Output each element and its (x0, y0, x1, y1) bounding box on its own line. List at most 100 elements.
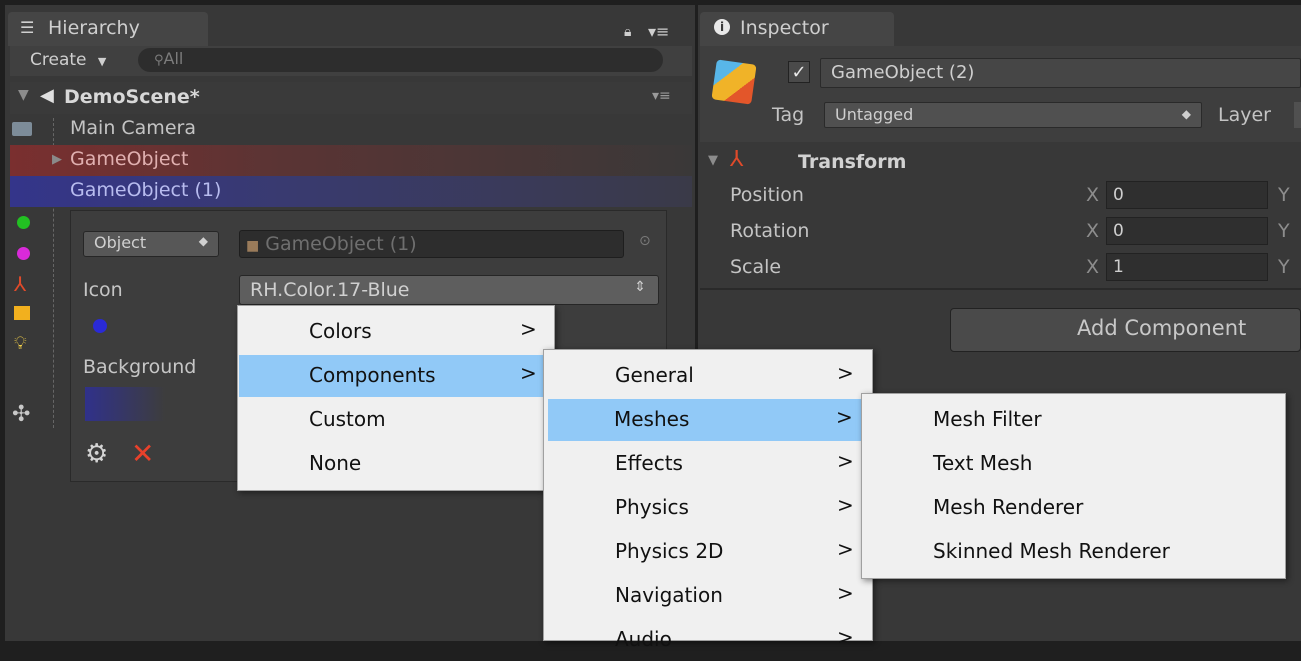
hierarchy-toolbar: Create ▼ ⚲All (10, 46, 692, 76)
object-field-value: GameObject (1) (265, 233, 417, 255)
search-placeholder: All (163, 49, 184, 68)
lock-icon[interactable]: 🔒︎ (624, 24, 631, 40)
menu-item-label: Mesh Filter (933, 407, 1042, 431)
scale-label: Scale (730, 256, 782, 278)
scale-x-field[interactable]: 1 (1106, 253, 1268, 281)
menu-item-text-mesh[interactable]: Text Mesh (863, 443, 1284, 485)
rotation-x-value: 0 (1113, 221, 1124, 241)
layer-label: Layer (1218, 104, 1271, 126)
rotation-x-field[interactable]: 0 (1106, 217, 1268, 245)
submenu-arrow-icon: > (837, 493, 854, 517)
submenu-arrow-icon: > (836, 405, 853, 429)
object-name-value: GameObject (2) (831, 62, 975, 83)
transform-header[interactable]: ▼ ⅄ Transform (700, 145, 1301, 181)
row-label: GameObject (70, 148, 189, 170)
tab-hierarchy[interactable]: ☰ Hierarchy (8, 12, 208, 46)
add-component-label: Add Component (1077, 316, 1247, 340)
submenu-arrow-icon: > (837, 537, 854, 561)
panel-menu-icon[interactable]: ▾≡ (648, 22, 669, 41)
hierarchy-row-gameobject[interactable]: ▶ GameObject (10, 145, 692, 176)
menu-item-label: Colors (309, 319, 372, 343)
position-x-value: 0 (1113, 185, 1124, 205)
menu-item-components[interactable]: Components > (239, 355, 553, 397)
caret-down-icon: ▼ (18, 87, 29, 103)
object-field[interactable]: ■ GameObject (1) (239, 230, 624, 258)
menu-item-physics[interactable]: Physics > (545, 487, 871, 529)
submenu-arrow-icon: > (837, 581, 854, 605)
menu-item-label: Custom (309, 407, 386, 431)
object-type-dropdown[interactable]: Object ◆ (83, 231, 219, 257)
menu-item-label: Text Mesh (933, 451, 1033, 475)
menu-item-label: General (615, 363, 694, 387)
menu-item-label: Physics (615, 495, 689, 519)
hierarchy-list-icon: ☰ (20, 18, 35, 37)
icon-dropdown-value: RH.Color.17-Blue (250, 279, 410, 301)
add-component-button[interactable]: Add Component (950, 308, 1301, 352)
submenu-arrow-icon: > (837, 449, 854, 473)
menu-item-skinned-mesh-renderer[interactable]: Skinned Mesh Renderer (863, 531, 1284, 573)
divider (700, 288, 1301, 290)
menu-item-label: Mesh Renderer (933, 495, 1084, 519)
menu-item-physics-2d[interactable]: Physics 2D > (545, 531, 871, 573)
search-icon: ⚲ (154, 53, 164, 68)
menu-item-meshes[interactable]: Meshes > (548, 399, 868, 441)
submenu-arrow-icon: > (837, 625, 854, 649)
axis-x-label: X (1086, 220, 1100, 242)
updown-icon: ◆ (1181, 107, 1191, 121)
menu-item-custom[interactable]: Custom (239, 399, 553, 441)
audio-speaker-icon (14, 306, 30, 320)
axis-y-label: Y (1278, 184, 1290, 206)
object-name-field[interactable]: GameObject (2) (820, 58, 1301, 88)
cube-icon: ■ (246, 238, 260, 254)
tag-dropdown[interactable]: Untagged ◆ (824, 102, 1202, 128)
menu-item-navigation[interactable]: Navigation > (545, 575, 871, 617)
hierarchy-row-gameobject-1[interactable]: GameObject (1) (10, 176, 692, 207)
rotation-label: Rotation (730, 220, 810, 242)
hierarchy-row-main-camera[interactable]: Main Camera (10, 114, 692, 145)
menu-item-label: Physics 2D (615, 539, 724, 563)
menu-item-none[interactable]: None (239, 443, 553, 485)
tab-inspector-label: Inspector (740, 17, 829, 39)
background-label: Background (83, 356, 197, 378)
scene-name: DemoScene* (64, 86, 200, 108)
tag-value: Untagged (835, 105, 914, 124)
icon-dropdown[interactable]: RH.Color.17-Blue ⇕ (239, 275, 659, 305)
gear-icon[interactable]: ⚙ (85, 439, 108, 469)
menu-item-audio[interactable]: Audio > (545, 619, 871, 661)
scene-menu-icon[interactable]: ▾≡ (652, 88, 671, 104)
submenu-arrow-icon: > (837, 361, 854, 385)
menu-item-label: Navigation (615, 583, 723, 607)
axis-y-label: Y (1278, 256, 1290, 278)
tab-inspector[interactable]: i Inspector (700, 12, 894, 46)
caret-down-icon: ▼ (708, 153, 718, 168)
position-label: Position (730, 184, 804, 206)
layer-dropdown-edge[interactable] (1294, 102, 1301, 128)
lightbulb-icon: 💡︎ (14, 333, 27, 354)
expand-arrow-icon[interactable]: ▶ (52, 152, 62, 167)
scene-header[interactable]: ▼ ◀ DemoScene* ▾≡ (10, 82, 692, 114)
create-button[interactable]: Create ▼ (30, 46, 106, 76)
scale-x-value: 1 (1113, 257, 1124, 277)
menu-item-label: Components (309, 363, 436, 387)
search-input[interactable]: ⚲All (138, 48, 663, 72)
create-label: Create (30, 50, 87, 70)
submenu-arrow-icon: > (520, 317, 537, 341)
updown-icon: ⇕ (634, 279, 646, 295)
background-color-swatch[interactable] (85, 387, 165, 421)
icon-preview-blue-dot (93, 319, 107, 333)
context-menu-level3: Mesh Filter Text Mesh Mesh Renderer Skin… (861, 393, 1286, 579)
menu-item-effects[interactable]: Effects > (545, 443, 871, 485)
icon-label: Icon (83, 279, 123, 301)
active-checkbox[interactable]: ✓ (788, 61, 810, 83)
axis-x-label: X (1086, 184, 1100, 206)
object-picker-icon[interactable]: ⊙ (639, 233, 651, 249)
close-icon[interactable]: ✕ (131, 437, 154, 470)
menu-item-mesh-renderer[interactable]: Mesh Renderer (863, 487, 1284, 529)
menu-item-general[interactable]: General > (545, 355, 871, 397)
unity-logo-icon: ◀ (40, 85, 54, 106)
info-icon: i (714, 19, 730, 35)
position-x-field[interactable]: 0 (1106, 181, 1268, 209)
menu-item-mesh-filter[interactable]: Mesh Filter (863, 399, 1284, 441)
menu-item-label: Meshes (614, 407, 690, 431)
menu-item-colors[interactable]: Colors > (239, 311, 553, 353)
